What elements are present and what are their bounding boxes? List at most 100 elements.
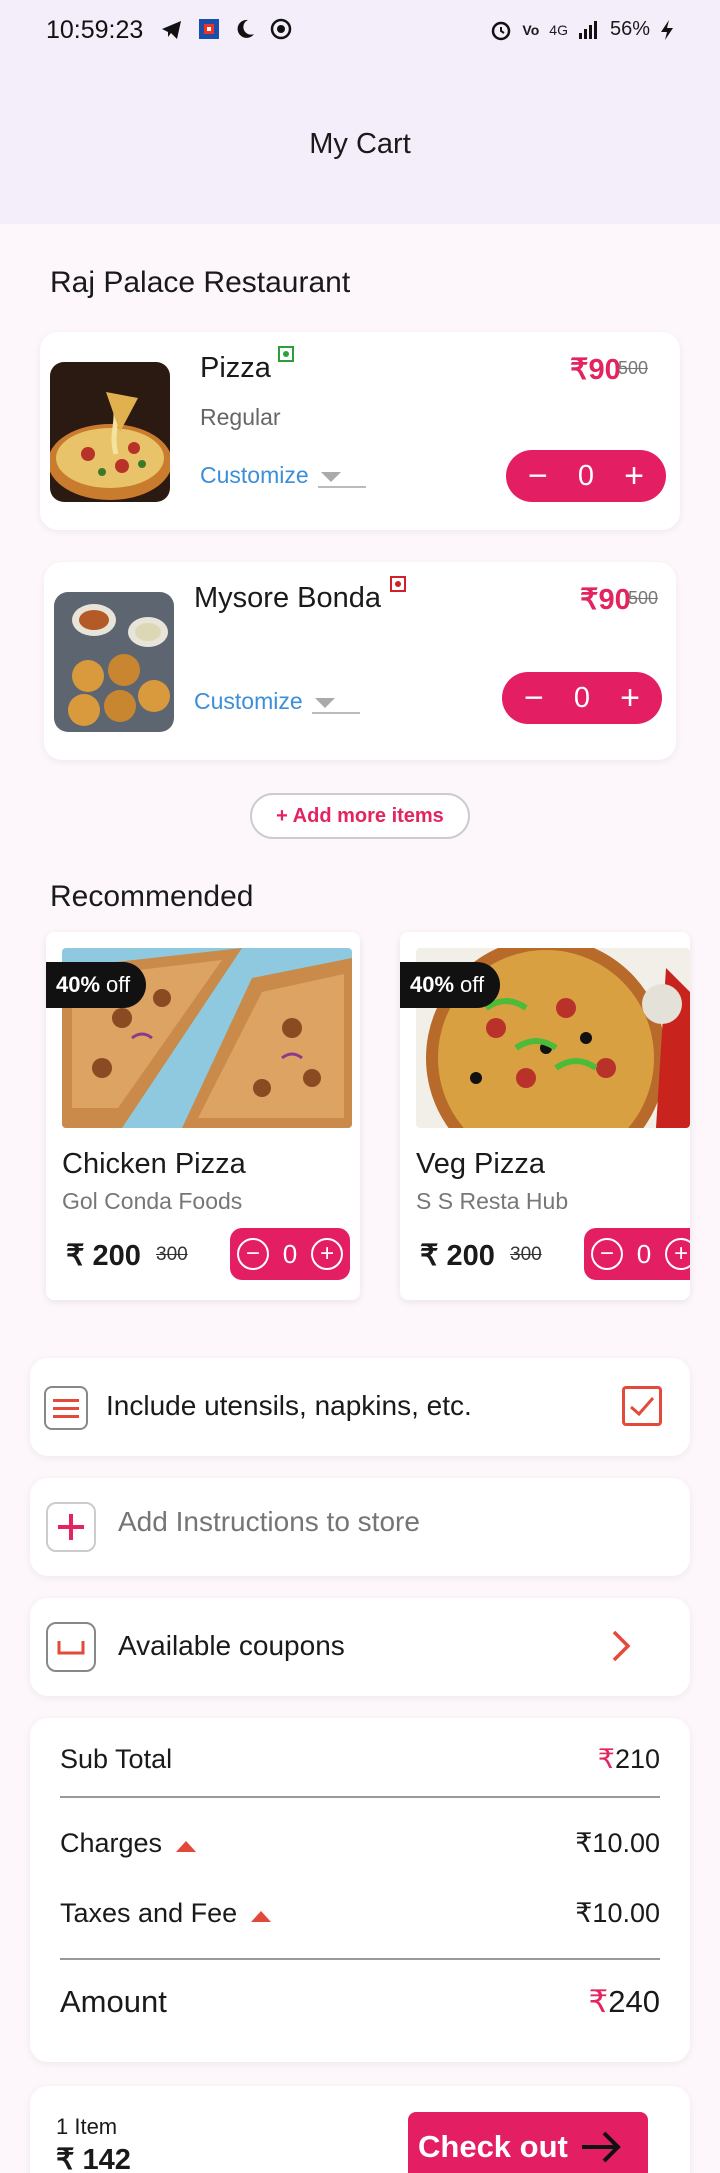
bank-app-icon xyxy=(199,19,219,39)
discount-percent: 40% xyxy=(410,972,455,997)
charges-row[interactable]: Charges ₹10.00 xyxy=(60,1828,660,1859)
network-label: 4G xyxy=(549,21,568,38)
recommended-card[interactable]: 40% off Chicken Pizza Gol Conda Foods ₹ … xyxy=(46,932,360,1300)
increment-button[interactable]: + xyxy=(624,459,644,493)
decrement-button[interactable]: − xyxy=(524,681,544,715)
discount-badge: 40% off xyxy=(400,962,501,1008)
recommended-item-old-price: 300 xyxy=(510,1244,542,1265)
increment-button[interactable]: + xyxy=(311,1238,344,1270)
coupon-icon xyxy=(46,1622,96,1672)
cart-item-price: ₹90 xyxy=(580,584,631,616)
taxes-value: ₹10.00 xyxy=(575,1898,660,1928)
non-veg-indicator-icon xyxy=(390,576,406,592)
list-icon xyxy=(44,1386,88,1430)
divider xyxy=(60,1958,660,1960)
recommended-title: Recommended xyxy=(50,880,254,913)
arrow-right-icon xyxy=(581,2131,621,2163)
chevron-down-icon xyxy=(314,697,335,708)
taxes-row[interactable]: Taxes and Fee ₹10.00 xyxy=(60,1898,660,1929)
veg-indicator-icon xyxy=(278,346,294,362)
status-time: 10:59:23 xyxy=(46,16,144,44)
discount-word: off xyxy=(106,972,131,997)
battery-text: 56% xyxy=(609,18,650,40)
plus-icon xyxy=(46,1502,96,1552)
checkout-total: ₹ 142 xyxy=(56,2144,131,2173)
quantity-value: 0 xyxy=(573,681,591,714)
customize-label: Customize xyxy=(194,688,303,714)
cart-item-variant: Regular xyxy=(200,404,281,430)
quantity-stepper: − 0 + xyxy=(584,1228,690,1280)
decrement-button[interactable]: − xyxy=(236,1238,269,1270)
quantity-value: 0 xyxy=(282,1238,298,1269)
quantity-stepper: − 0 + xyxy=(502,672,662,724)
recommended-item-store: Gol Conda Foods xyxy=(62,1188,243,1214)
volte-icon: Vo xyxy=(522,21,540,38)
customize-label: Customize xyxy=(200,462,309,488)
charges-label: Charges xyxy=(60,1828,197,1859)
decrement-button[interactable]: − xyxy=(528,459,548,493)
quantity-value: 0 xyxy=(577,459,595,492)
cart-item-old-price: 500 xyxy=(628,588,659,608)
checkout-label: Check out xyxy=(418,2129,568,2164)
recommended-item-price: ₹ 200 xyxy=(66,1240,141,1272)
alarm-icon xyxy=(492,21,511,40)
moon-icon xyxy=(237,19,254,38)
caret-up-icon xyxy=(176,1841,197,1852)
charging-icon xyxy=(661,19,673,40)
notification-icons xyxy=(160,18,292,42)
discount-word: off xyxy=(460,972,485,997)
subtotal-label: Sub Total xyxy=(60,1744,173,1774)
utensils-label: Include utensils, napkins, etc. xyxy=(106,1390,472,1421)
cart-item-pizza: Pizza Regular Customize ₹90 500 − 0 + xyxy=(40,332,680,530)
coupons-label: Available coupons xyxy=(118,1630,345,1661)
telegram-icon xyxy=(162,21,181,39)
add-more-items-button[interactable]: + Add more items xyxy=(250,793,470,839)
restaurant-name: Raj Palace Restaurant xyxy=(50,266,351,299)
coupons-option[interactable]: Available coupons xyxy=(30,1598,690,1696)
increment-button[interactable]: + xyxy=(620,681,640,715)
customize-dropdown[interactable]: Customize xyxy=(194,688,335,715)
customize-dropdown[interactable]: Customize xyxy=(200,462,341,489)
target-icon xyxy=(270,18,292,40)
recommended-item-name: Chicken Pizza xyxy=(62,1148,246,1180)
instructions-input[interactable] xyxy=(118,1506,638,1538)
amount-value: ₹240 xyxy=(588,1984,660,2019)
charges-value: ₹10.00 xyxy=(575,1828,660,1858)
instructions-option[interactable] xyxy=(30,1478,690,1576)
cart-item-price: ₹90 xyxy=(570,354,621,386)
bill-summary: Sub Total ₹210 Charges ₹10.00 Taxes and … xyxy=(30,1718,690,2062)
signal-icon xyxy=(578,20,597,39)
increment-button[interactable]: + xyxy=(665,1238,690,1270)
status-bar: 10:59:23 Vo 4G 56% xyxy=(0,0,720,62)
recommended-card[interactable]: 40% off Veg Pizza S S Resta Hub ₹ 200 30… xyxy=(400,932,690,1300)
caret-up-icon xyxy=(251,1911,272,1922)
utensils-option[interactable]: Include utensils, napkins, etc. xyxy=(30,1358,690,1456)
recommended-item-price: ₹ 200 xyxy=(420,1240,495,1272)
subtotal-row: Sub Total ₹210 xyxy=(60,1744,660,1775)
item-count: 1 Item xyxy=(56,2114,118,2139)
taxes-label: Taxes and Fee xyxy=(60,1898,272,1929)
quantity-value: 0 xyxy=(636,1238,652,1269)
system-icons: Vo 4G 56% xyxy=(490,18,674,41)
recommended-item-name: Veg Pizza xyxy=(416,1148,545,1180)
discount-percent: 40% xyxy=(56,972,101,997)
cart-item-name: Mysore Bonda xyxy=(194,582,381,614)
amount-label: Amount xyxy=(60,1984,167,2019)
discount-badge: 40% off xyxy=(46,962,147,1008)
cart-item-old-price: 500 xyxy=(618,358,649,378)
customize-underline xyxy=(318,486,366,488)
cart-item-mysore-bonda: Mysore Bonda Customize ₹90 500 − 0 + xyxy=(44,562,676,760)
decrement-button[interactable]: − xyxy=(590,1238,623,1270)
chevron-down-icon xyxy=(320,471,341,482)
recommended-item-old-price: 300 xyxy=(156,1244,188,1265)
recommended-item-store: S S Resta Hub xyxy=(416,1188,569,1214)
chevron-right-icon xyxy=(612,1630,631,1662)
customize-underline xyxy=(312,712,360,714)
utensils-checkbox[interactable] xyxy=(622,1386,662,1426)
quantity-stepper: − 0 + xyxy=(230,1228,350,1280)
checkout-button[interactable]: Check out xyxy=(408,2112,648,2173)
page-title: My Cart xyxy=(309,128,411,160)
cart-item-name: Pizza xyxy=(200,352,271,384)
amount-row: Amount ₹240 xyxy=(60,1984,660,2020)
mysore-bonda-image xyxy=(54,592,174,732)
